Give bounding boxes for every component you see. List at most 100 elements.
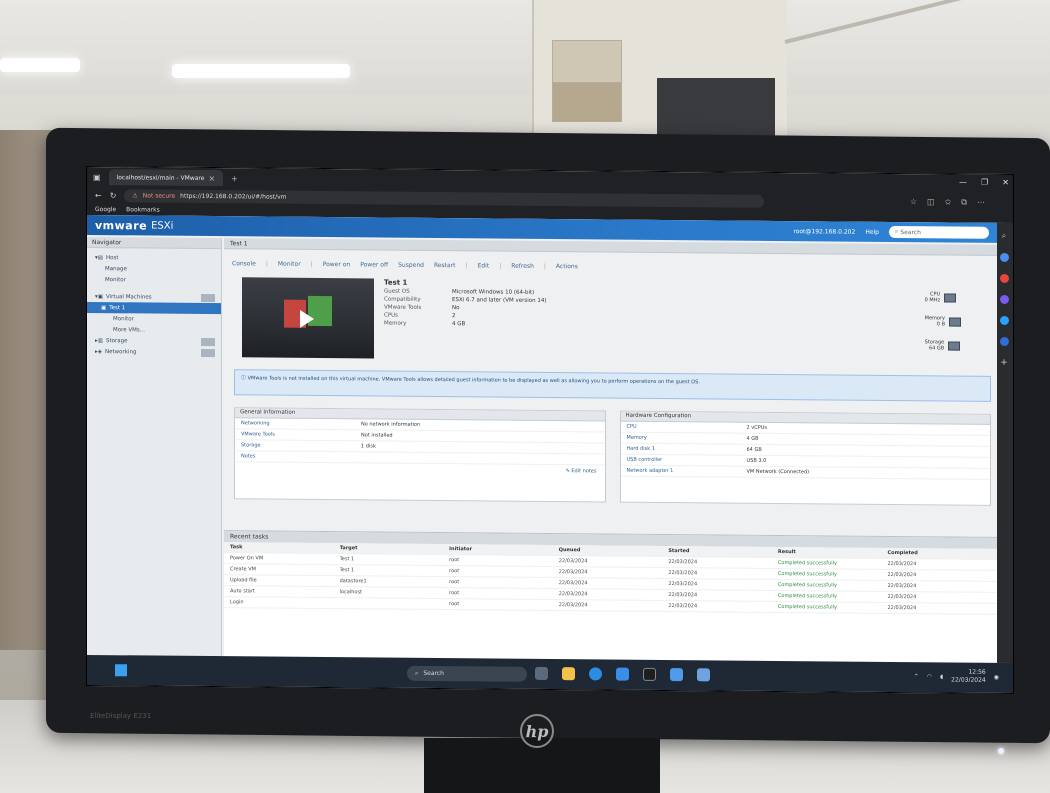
vm-details: Test 1 Guest OS Microsoft Windows 10 (64-… xyxy=(384,279,547,330)
browser-tab[interactable]: localhost/esxi/main - VMware × xyxy=(108,169,224,187)
suspend-button[interactable]: Suspend xyxy=(398,261,424,268)
nav-monitor[interactable]: Monitor xyxy=(87,274,221,286)
table-cell: Auto start xyxy=(230,588,255,595)
search-input[interactable]: ⌕ Search xyxy=(889,225,989,239)
detail-value: 4 GB xyxy=(452,321,466,328)
console-button[interactable]: Console xyxy=(232,260,256,267)
table-cell: Test 1 xyxy=(339,556,355,563)
reload-icon[interactable]: ↻ xyxy=(110,191,117,200)
row-key: Networking xyxy=(241,420,270,427)
user-menu[interactable]: root@192.168.0.202 xyxy=(793,228,855,236)
file-explorer-icon[interactable] xyxy=(562,667,575,681)
sidebar-app-icon[interactable] xyxy=(999,294,1009,305)
count-badge xyxy=(201,337,215,346)
search-icon[interactable]: ⌕ xyxy=(1002,231,1006,241)
new-tab-button[interactable]: + xyxy=(231,174,238,183)
sidebar-app-icon[interactable] xyxy=(999,273,1009,284)
task-view-icon[interactable] xyxy=(535,666,548,680)
stat-memory: Memory 0 B xyxy=(925,315,961,327)
column-header[interactable]: Completed xyxy=(887,550,997,557)
edge-icon[interactable] xyxy=(589,667,602,681)
recent-tasks-panel: Recent tasks Task Target Initiator Queue… xyxy=(224,530,997,663)
status-cell: Completed successfully xyxy=(777,581,837,589)
start-icon[interactable] xyxy=(115,664,127,677)
table-cell: 22/03/2024 xyxy=(668,570,698,577)
panel-row[interactable]: Network adapter 1 VM Network (Connected) xyxy=(620,465,990,480)
row-key: Memory xyxy=(626,434,647,441)
sidebar-app-icon[interactable] xyxy=(999,315,1009,326)
console-thumbnail[interactable] xyxy=(242,277,374,359)
browser-menu-icon[interactable]: ▣ xyxy=(93,173,101,182)
hardware-configuration-panel: Hardware Configuration CPU 2 vCPUs Memory… xyxy=(619,410,991,506)
column-header[interactable]: Target xyxy=(340,545,450,552)
more-icon[interactable]: ⋯ xyxy=(977,198,985,208)
row-key: VMware Tools xyxy=(241,431,275,438)
monitor-button[interactable]: Monitor xyxy=(278,260,301,267)
edit-notes-button[interactable]: ✎ Edit notes xyxy=(235,462,605,476)
back-icon[interactable]: ← xyxy=(95,191,102,200)
app-icon[interactable] xyxy=(697,668,710,682)
table-cell: root xyxy=(449,601,460,608)
vm-toolbar: Console | Monitor | Power on Power off Sus… xyxy=(232,259,578,270)
add-icon[interactable]: + xyxy=(1000,358,1008,368)
window-controls: — ❐ ✕ xyxy=(959,178,1009,187)
column-header[interactable]: Queued xyxy=(559,547,669,554)
bookmark-folder[interactable]: Bookmarks xyxy=(126,206,160,213)
terminal-icon[interactable] xyxy=(643,667,656,681)
restart-button[interactable]: Restart xyxy=(434,261,456,268)
row-value: USB 3.0 xyxy=(746,457,767,464)
edit-button[interactable]: Edit xyxy=(478,262,490,269)
column-header[interactable]: Task xyxy=(230,544,340,551)
star-icon[interactable]: ☆ xyxy=(910,197,917,207)
collections-icon[interactable]: ⧉ xyxy=(961,198,967,208)
task-rows: Power On VM Test 1 root 22/03/2024 22/03/202… xyxy=(224,553,997,615)
sidebar-app-icon[interactable] xyxy=(999,252,1009,263)
favorites-icon[interactable]: ✩ xyxy=(945,197,952,207)
actions-button[interactable]: Actions xyxy=(556,263,578,270)
close-window-icon[interactable]: ✕ xyxy=(1002,178,1009,187)
column-header[interactable]: Initiator xyxy=(449,546,559,553)
power-on-button[interactable]: Power on xyxy=(323,261,351,268)
nav-networking[interactable]: ▸◈ Networking xyxy=(87,346,221,358)
maximize-icon[interactable]: ❐ xyxy=(981,178,988,187)
row-value: VM Network (Connected) xyxy=(746,468,810,476)
cpu-icon xyxy=(944,292,957,303)
navigator-pane: Navigator ▾▤ Host Manage Monitor ▾▣ Virtua… xyxy=(87,236,222,657)
table-cell: root xyxy=(449,568,460,575)
warning-icon: ⚠ xyxy=(132,191,138,199)
wifi-icon[interactable]: ◠ xyxy=(927,673,932,680)
detail-value: No xyxy=(452,305,460,312)
table-cell xyxy=(340,603,450,604)
stat-value: 0 MHz xyxy=(924,297,941,304)
notification-icon[interactable]: ◉ xyxy=(994,673,999,680)
help-menu[interactable]: Help xyxy=(865,228,879,235)
minimize-icon[interactable]: — xyxy=(959,178,967,187)
settings-icon[interactable] xyxy=(670,668,683,682)
table-cell: 22/03/2024 xyxy=(668,592,698,599)
table-cell: root xyxy=(449,579,460,586)
split-icon[interactable]: ◫ xyxy=(927,197,935,207)
browser-chrome: ▣ localhost/esxi/main - VMware × + — ❐ ✕… xyxy=(87,166,1014,224)
detail-value: 2 xyxy=(452,313,456,320)
taskbar-search[interactable]: ⌕ Search xyxy=(407,665,527,682)
table-cell: datastore1 xyxy=(339,578,367,585)
ceiling-light xyxy=(172,64,350,78)
table-cell: 22/03/2024 xyxy=(668,603,698,610)
column-header[interactable]: Started xyxy=(668,548,778,555)
vm-name: Test 1 xyxy=(384,278,408,287)
ceiling-light xyxy=(0,58,80,72)
close-icon[interactable]: × xyxy=(208,174,215,183)
volume-icon[interactable]: ◖ xyxy=(940,673,943,680)
nav-label: Test 1 xyxy=(109,304,126,311)
column-header[interactable]: Result xyxy=(778,549,888,556)
bookmark-google[interactable]: Google xyxy=(95,206,116,213)
store-icon[interactable] xyxy=(616,667,629,681)
network-icon: ▸◈ xyxy=(95,348,102,355)
count-badge xyxy=(201,348,215,357)
chevron-up-icon[interactable]: ⌃ xyxy=(914,673,919,680)
status-cell: Completed successfully xyxy=(777,592,837,600)
clock[interactable]: 12:56 22/03/2024 xyxy=(951,669,986,685)
refresh-button[interactable]: Refresh xyxy=(511,262,534,269)
sidebar-app-icon[interactable] xyxy=(999,336,1009,347)
power-off-button[interactable]: Power off xyxy=(360,261,388,268)
